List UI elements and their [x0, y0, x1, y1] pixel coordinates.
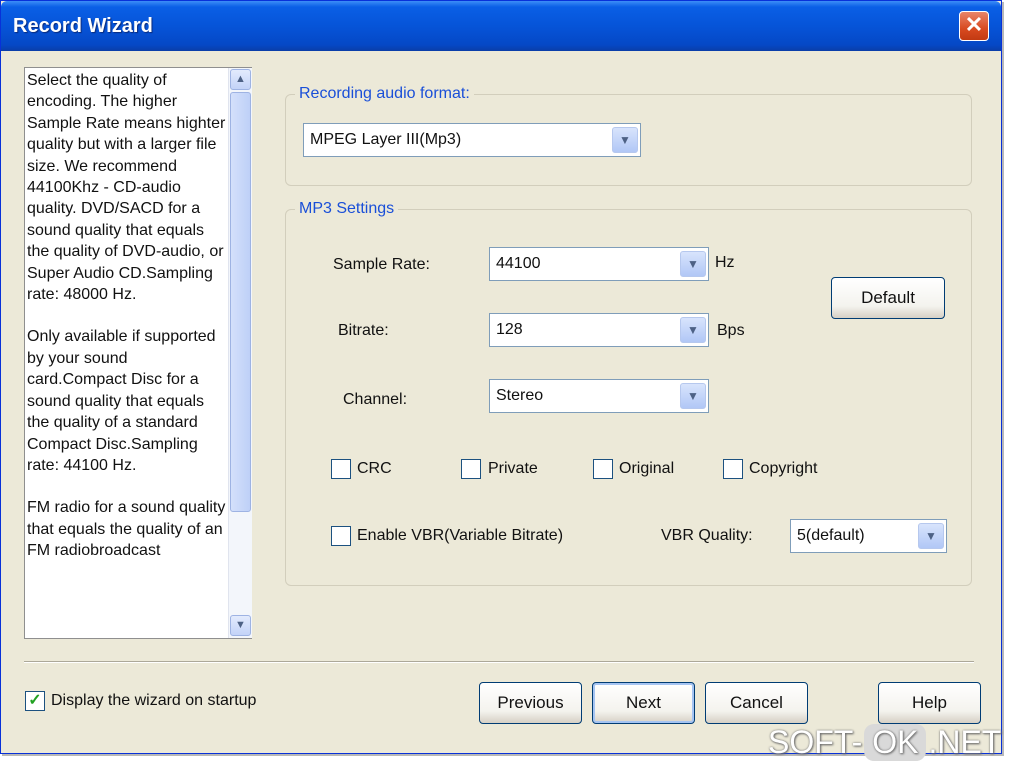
- channel-label: Channel:: [343, 391, 408, 408]
- bitrate-dropdown-button[interactable]: ▼: [680, 317, 706, 343]
- close-icon: ✕: [964, 12, 984, 37]
- next-button[interactable]: Next: [592, 682, 695, 724]
- private-checkbox[interactable]: [461, 459, 481, 479]
- copyright-label: Copyright: [749, 460, 818, 477]
- window-title: Record Wizard: [13, 15, 153, 37]
- cancel-button[interactable]: Cancel: [705, 682, 808, 724]
- bitrate-label: Bitrate:: [338, 322, 389, 339]
- channel-value: Stereo: [496, 387, 544, 404]
- watermark-left: SOFT-: [768, 724, 863, 760]
- display-wizard-checkbox[interactable]: ✓: [25, 691, 45, 711]
- sample-rate-unit: Hz: [715, 254, 735, 271]
- default-button[interactable]: Default: [831, 277, 945, 319]
- vbr-quality-dropdown-button[interactable]: ▼: [918, 523, 944, 549]
- chevron-down-icon: ▼: [925, 529, 937, 543]
- bitrate-value: 128: [496, 321, 523, 338]
- chevron-down-icon: ▼: [687, 257, 699, 271]
- mp3-settings-legend: MP3 Settings: [295, 200, 399, 218]
- watermark: SOFT- OK .NET: [768, 724, 1001, 761]
- bitrate-dropdown[interactable]: 128 ▼: [489, 313, 709, 347]
- enable-vbr-checkbox[interactable]: [331, 526, 351, 546]
- watermark-right: .NET: [928, 724, 1002, 760]
- audio-format-value: MPEG Layer III(Mp3): [310, 131, 462, 148]
- watermark-mid: OK: [864, 724, 927, 761]
- help-text: Select the quality of encoding. The high…: [27, 70, 227, 636]
- channel-dropdown[interactable]: Stereo ▼: [489, 379, 709, 413]
- help-paragraph: Only available if supported by your soun…: [27, 328, 216, 474]
- checkmark-icon: ✓: [28, 692, 42, 709]
- help-scrollbar[interactable]: ▲ ▼: [228, 68, 252, 638]
- chevron-down-icon: ▼: [687, 323, 699, 337]
- format-group-legend: Recording audio format:: [295, 85, 474, 103]
- display-wizard-label: Display the wizard on startup: [51, 692, 257, 709]
- previous-button[interactable]: Previous: [479, 682, 582, 724]
- help-paragraph: Select the quality of encoding. The high…: [27, 72, 226, 304]
- audio-format-dropdown[interactable]: MPEG Layer III(Mp3) ▼: [303, 123, 641, 157]
- vbr-quality-dropdown[interactable]: 5(default) ▼: [790, 519, 947, 553]
- title-bar[interactable]: Record Wizard ✕: [1, 1, 1001, 51]
- crc-checkbox[interactable]: [331, 459, 351, 479]
- chevron-down-icon: ▼: [619, 133, 631, 147]
- chevron-down-icon: ▼: [235, 619, 246, 631]
- vbr-quality-value: 5(default): [797, 527, 865, 544]
- sample-rate-value: 44100: [496, 255, 541, 272]
- private-label: Private: [488, 460, 538, 477]
- sample-rate-dropdown[interactable]: 44100 ▼: [489, 247, 709, 281]
- scroll-down-button[interactable]: ▼: [230, 615, 251, 636]
- vbr-quality-label: VBR Quality:: [661, 527, 753, 544]
- bitrate-unit: Bps: [717, 322, 745, 339]
- footer-separator: [24, 661, 974, 663]
- help-text-panel: Select the quality of encoding. The high…: [24, 67, 252, 639]
- close-button[interactable]: ✕: [959, 11, 989, 41]
- chevron-up-icon: ▲: [235, 73, 246, 85]
- channel-dropdown-button[interactable]: ▼: [680, 383, 706, 409]
- chevron-down-icon: ▼: [687, 389, 699, 403]
- help-paragraph: FM radio for a sound quality that equals…: [27, 499, 226, 560]
- scroll-thumb[interactable]: [230, 92, 251, 512]
- audio-format-dropdown-button[interactable]: ▼: [612, 127, 638, 153]
- original-checkbox[interactable]: [593, 459, 613, 479]
- crc-label: CRC: [357, 460, 392, 477]
- help-button[interactable]: Help: [878, 682, 981, 724]
- record-wizard-window: Record Wizard ✕ Select the quality of en…: [0, 0, 1002, 754]
- scroll-up-button[interactable]: ▲: [230, 69, 251, 90]
- enable-vbr-label: Enable VBR(Variable Bitrate): [357, 527, 564, 544]
- original-label: Original: [619, 460, 675, 477]
- sample-rate-dropdown-button[interactable]: ▼: [680, 251, 706, 277]
- copyright-checkbox[interactable]: [723, 459, 743, 479]
- sample-rate-label: Sample Rate:: [333, 256, 430, 273]
